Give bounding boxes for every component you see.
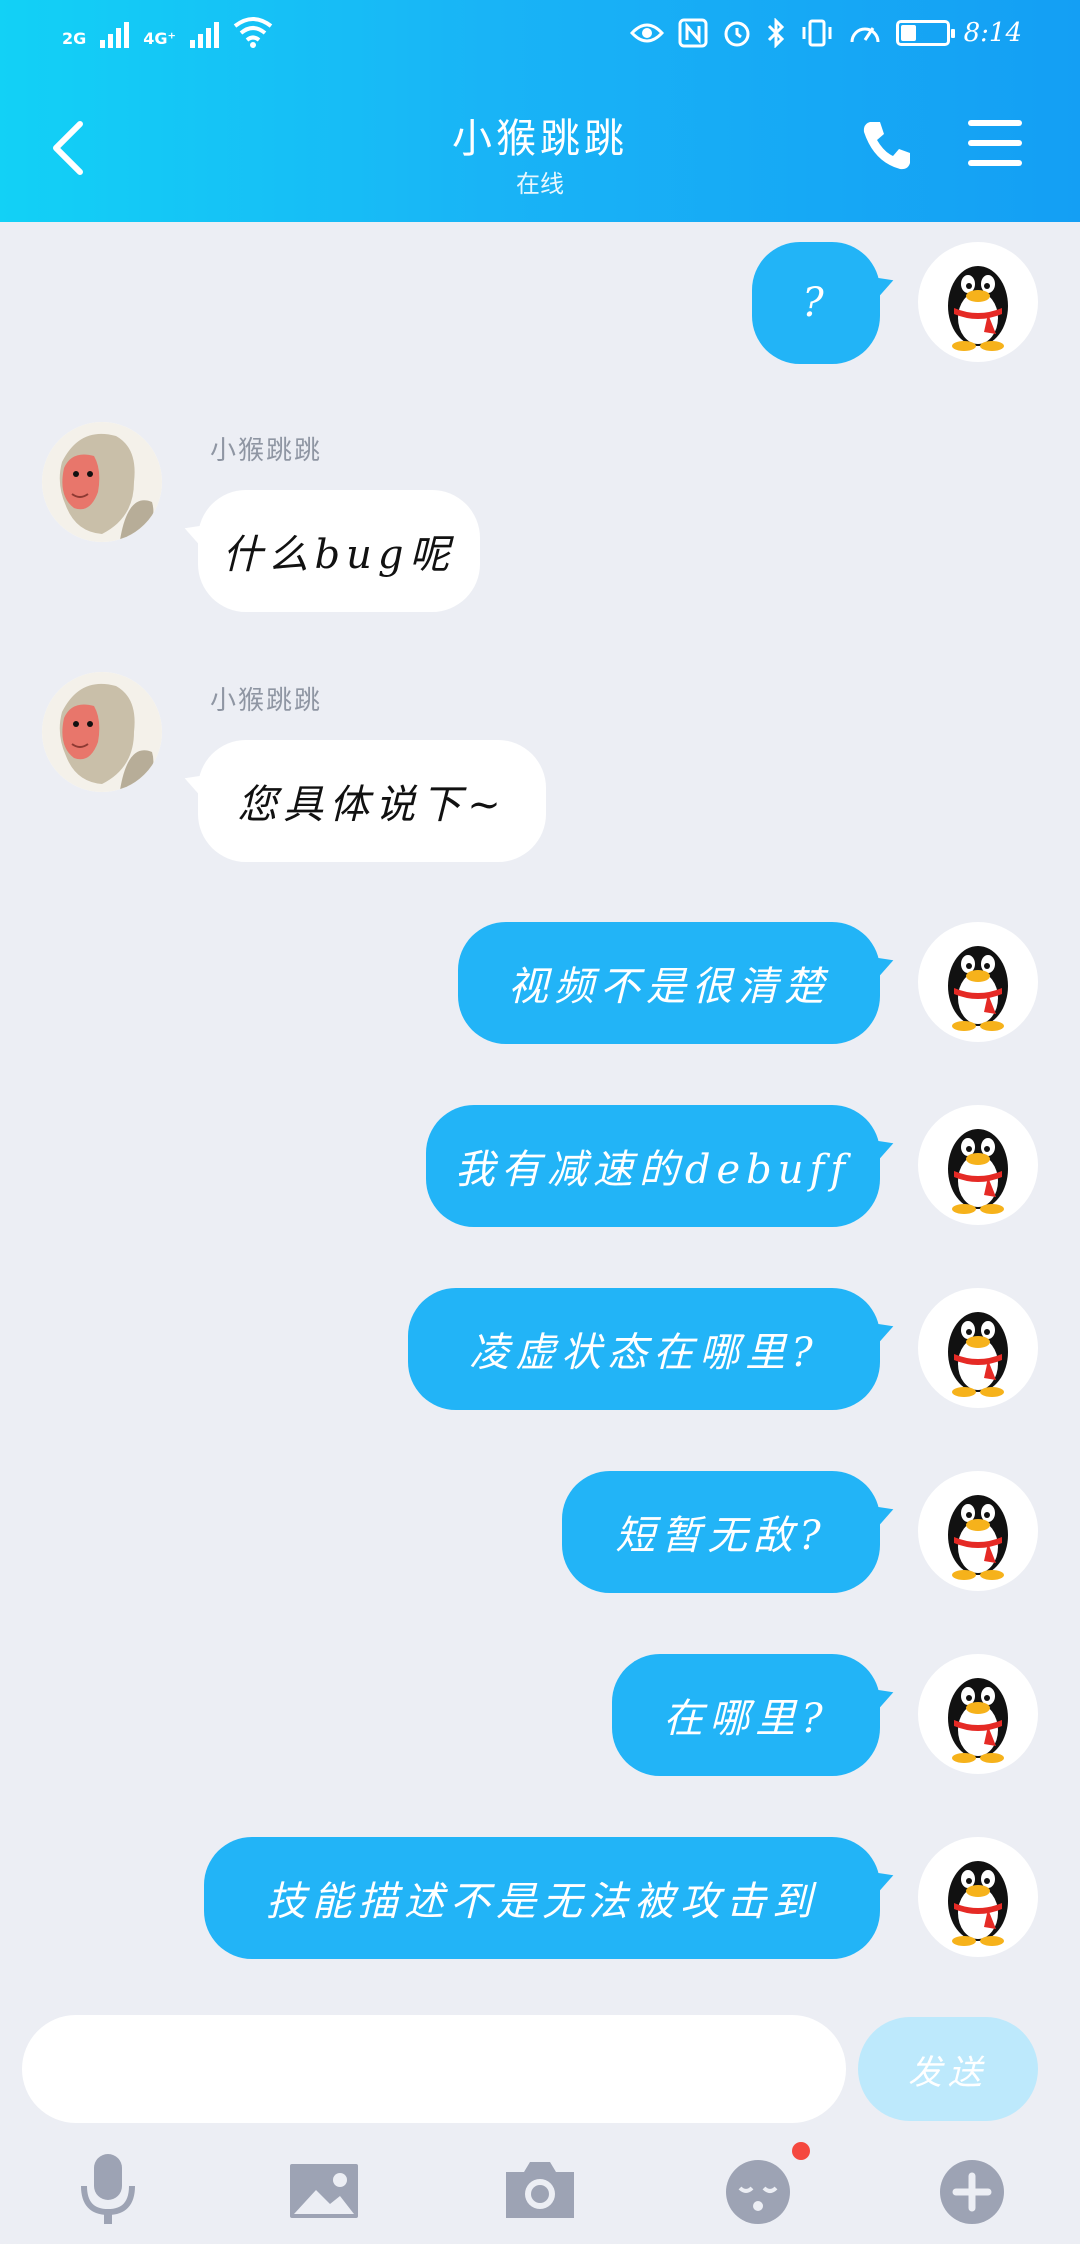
network-type-1: 2G bbox=[62, 29, 87, 48]
eye-icon bbox=[629, 23, 664, 43]
plus-icon[interactable] bbox=[932, 2150, 1012, 2230]
contact-avatar[interactable] bbox=[42, 672, 162, 792]
image-icon[interactable] bbox=[284, 2150, 364, 2230]
menu-icon[interactable] bbox=[968, 120, 1022, 170]
speed-gauge-icon bbox=[850, 27, 880, 43]
wifi-icon bbox=[233, 17, 273, 48]
my-avatar[interactable] bbox=[918, 1288, 1038, 1408]
my-avatar[interactable] bbox=[918, 1654, 1038, 1774]
vibrate-icon bbox=[802, 19, 832, 47]
penguin-avatar-icon bbox=[948, 1678, 1008, 1763]
sender-name: 小猴跳跳 bbox=[210, 436, 323, 466]
phone-call-icon[interactable] bbox=[860, 118, 914, 172]
my-avatar[interactable] bbox=[918, 242, 1038, 362]
monkey-avatar-icon bbox=[42, 422, 162, 542]
sender-name: 小猴跳跳 bbox=[210, 686, 323, 716]
battery-icon bbox=[895, 20, 955, 46]
my-avatar[interactable] bbox=[918, 1471, 1038, 1591]
penguin-avatar-icon bbox=[948, 1495, 1008, 1580]
message-input[interactable] bbox=[22, 2015, 846, 2123]
contact-status: 在线 bbox=[516, 170, 564, 198]
penguin-avatar-icon bbox=[948, 266, 1008, 351]
contact-avatar[interactable] bbox=[42, 422, 162, 542]
my-avatar[interactable] bbox=[918, 922, 1038, 1042]
incoming-message[interactable]: 您具体说下~ bbox=[198, 740, 546, 862]
contact-name: 小猴跳跳 bbox=[452, 116, 628, 162]
outgoing-message[interactable]: 在哪里? bbox=[612, 1654, 880, 1776]
signal-indicators: 2G 4G⁺ bbox=[62, 16, 273, 48]
signal-bars-1-icon bbox=[100, 18, 130, 48]
my-avatar[interactable] bbox=[918, 1837, 1038, 1957]
network-type-2: 4G⁺ bbox=[143, 29, 176, 48]
emoji-icon[interactable] bbox=[718, 2150, 798, 2230]
outgoing-message[interactable]: 技能描述不是无法被攻击到 bbox=[204, 1837, 880, 1959]
system-indicators: 8:14 bbox=[629, 18, 1022, 48]
bottom-toolbar bbox=[0, 2140, 1080, 2244]
microphone-icon[interactable] bbox=[68, 2150, 148, 2230]
camera-icon[interactable] bbox=[500, 2150, 580, 2230]
chat-header: 2G 4G⁺ 8:14 小猴跳跳 在线 bbox=[0, 0, 1080, 222]
outgoing-message[interactable]: 凌虚状态在哪里? bbox=[408, 1288, 880, 1410]
outgoing-message[interactable]: ? bbox=[752, 242, 880, 364]
monkey-avatar-icon bbox=[42, 672, 162, 792]
send-button[interactable]: 发送 bbox=[858, 2017, 1038, 2121]
alarm-icon bbox=[724, 21, 750, 47]
outgoing-message[interactable]: 短暂无敌? bbox=[562, 1471, 880, 1593]
status-bar: 2G 4G⁺ 8:14 bbox=[0, 0, 1080, 70]
my-avatar[interactable] bbox=[918, 1105, 1038, 1225]
bluetooth-icon bbox=[767, 18, 784, 48]
penguin-avatar-icon bbox=[948, 1861, 1008, 1946]
penguin-avatar-icon bbox=[948, 1129, 1008, 1214]
nfc-icon bbox=[678, 18, 708, 48]
penguin-avatar-icon bbox=[948, 1312, 1008, 1397]
signal-bars-2-icon bbox=[189, 18, 219, 48]
outgoing-message[interactable]: 我有减速的debuff bbox=[426, 1105, 880, 1227]
clock: 8:14 bbox=[963, 18, 1022, 48]
incoming-message[interactable]: 什么bug呢 bbox=[198, 490, 480, 612]
outgoing-message[interactable]: 视频不是很清楚 bbox=[458, 922, 880, 1044]
notification-badge bbox=[792, 2142, 810, 2160]
penguin-avatar-icon bbox=[948, 946, 1008, 1031]
